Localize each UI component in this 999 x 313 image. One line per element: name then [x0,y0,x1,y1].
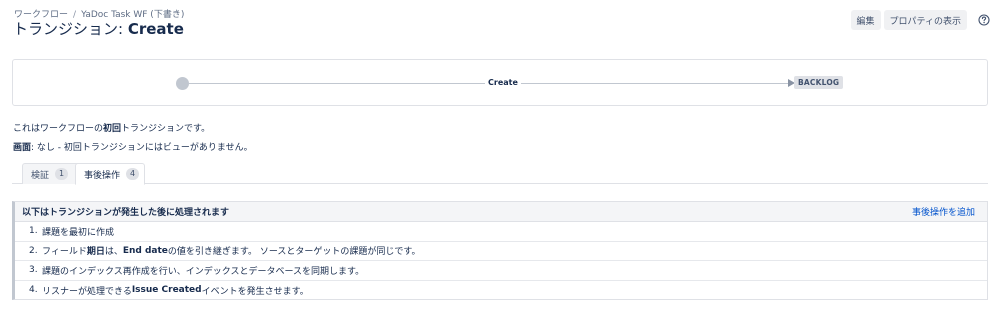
row-number: 1. [29,226,38,237]
tab-post-functions-label: 事後操作 [84,170,121,181]
screen-value: : なし - 初回トランジションにはビューがありません。 [31,143,253,153]
row-event-name: Issue Created [131,285,202,296]
view-properties-button[interactable]: プロパティの表示 [883,10,967,30]
row-number: 3. [29,265,38,276]
initial-transition-description: これはワークフローの初回トランジションです。 [13,121,210,134]
page-title: トランジション: Create [13,18,184,39]
post-function-row: 3. 課題のインデックス再作成を行い、インデックスとデータベースを同期します。 [15,261,987,281]
description-text: これはワークフローの [13,124,104,134]
description-text-end: トランジションです。 [121,124,211,134]
row-field-source: End date [122,245,168,256]
help-icon[interactable] [978,14,990,26]
row-field-name: 期日 [86,247,105,258]
tab-post-functions-count: 4 [126,168,140,180]
description-bold: 初回 [103,124,122,134]
screen-label: 画面 [13,143,32,153]
post-functions-panel: 以下はトランジションが発生した後に処理されます 事後操作を追加 1. 課題を最初… [12,201,988,300]
row-text: は、 [104,247,123,258]
row-text: リスナーが処理できる [42,286,132,297]
row-text: フィールド [42,247,87,258]
post-functions-header: 以下はトランジションが発生した後に処理されます 事後操作を追加 [15,202,987,222]
add-post-function-link[interactable]: 事後操作を追加 [912,205,975,218]
screen-description: 画面: なし - 初回トランジションにはビューがありません。 [13,140,253,153]
transition-label: Create [485,78,521,87]
row-text: 課題のインデックス再作成を行い、インデックスとデータベースを同期します。 [42,266,365,277]
row-text: イベントを発生させます。 [201,286,309,297]
transition-tabs: 検証 1 事後操作 4 [12,163,988,185]
tab-validators-label: 検証 [31,170,50,181]
post-function-row: 1. 課題を最初に作成 [15,222,987,242]
top-actions: 編集 プロパティの表示 [850,10,990,30]
tab-post-functions[interactable]: 事後操作 4 [75,163,145,185]
tab-validators[interactable]: 検証 1 [22,163,82,184]
page-title-prefix: トランジション: [13,20,124,38]
transition-diagram: Create BACKLOG [12,59,988,106]
post-function-row: 4. リスナーが処理できる Issue Created イベントを発生させます。 [15,281,987,301]
edit-button[interactable]: 編集 [850,10,881,30]
row-text: の値を引き継ぎます。 ソースとターゲットの課題が同じです。 [167,247,421,258]
post-function-row: 2. フィールド 期日 は、 End date の値を引き継ぎます。 ソースとターゲット… [15,242,987,261]
status-backlog: BACKLOG [794,76,844,89]
row-number: 4. [29,285,38,296]
row-number: 2. [29,245,38,256]
tab-validators-count: 1 [55,168,69,180]
post-functions-title: 以下はトランジションが発生した後に処理されます [22,208,230,218]
page-title-transition-name: Create [127,20,184,38]
row-text: 課題を最初に作成 [42,227,115,238]
initial-state-node [176,77,189,90]
